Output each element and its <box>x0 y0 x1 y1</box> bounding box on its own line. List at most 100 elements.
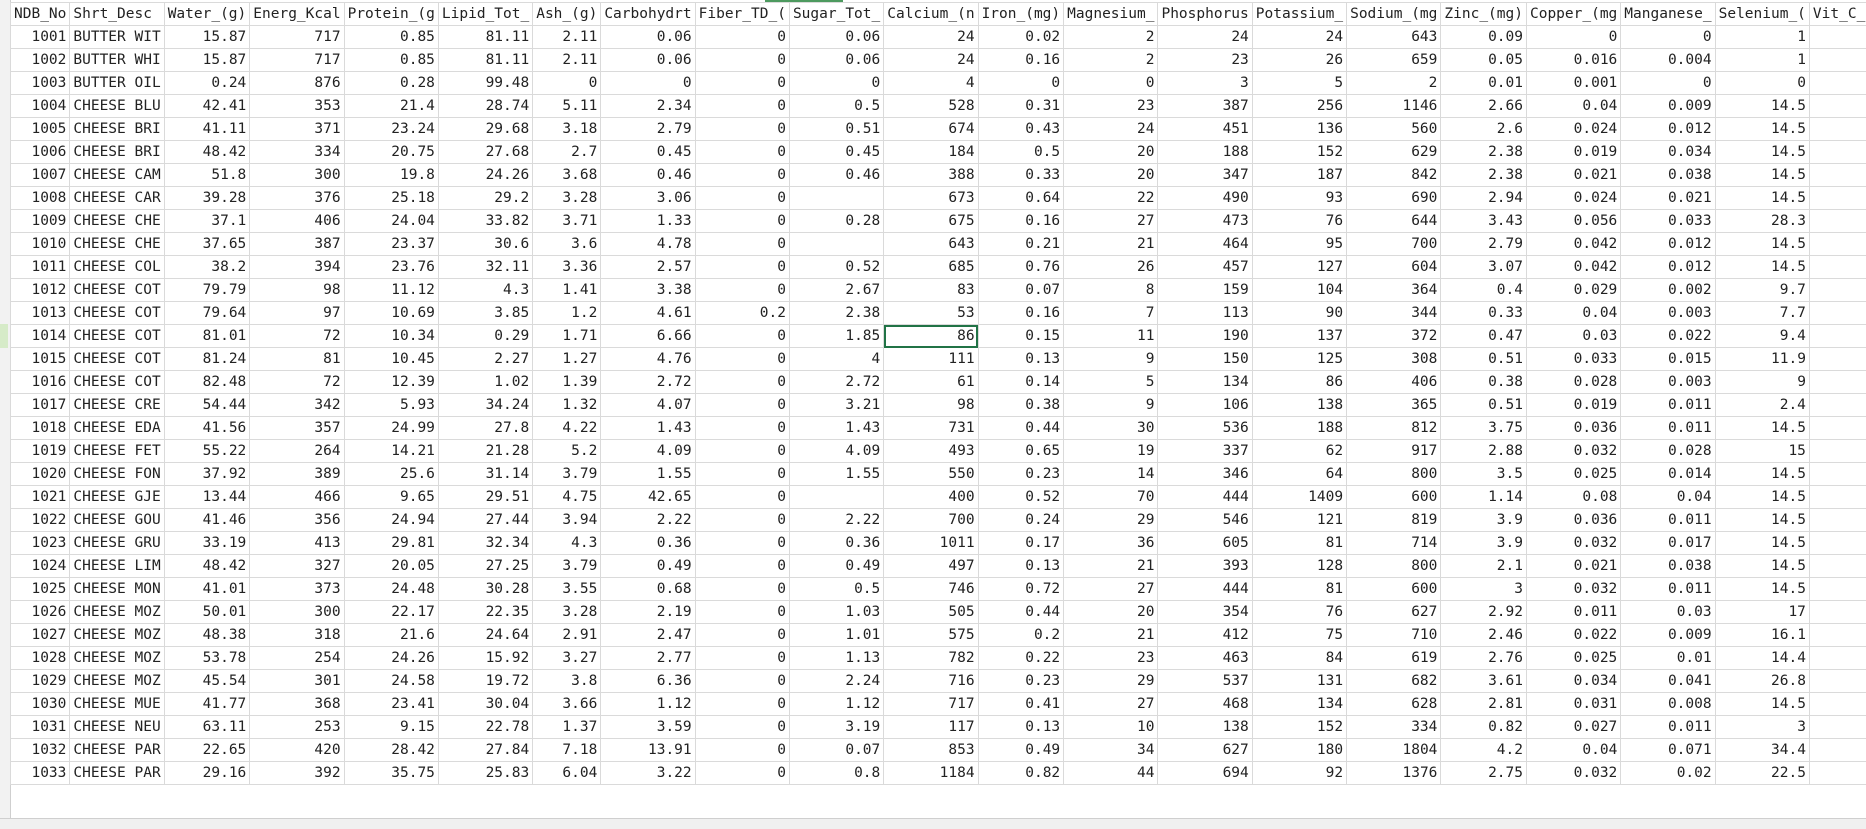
table-cell[interactable]: 0 <box>694 623 790 647</box>
table-cell[interactable]: CHEESE COT <box>69 278 165 302</box>
table-cell[interactable]: 15.87 <box>163 48 251 72</box>
table-cell[interactable]: 190 <box>1157 324 1253 348</box>
table-cell[interactable]: 9.7 <box>1714 278 1810 302</box>
table-cell[interactable]: 22 <box>1063 186 1159 210</box>
table-cell[interactable] <box>1808 347 1866 371</box>
table-cell[interactable]: 0.76 <box>977 255 1065 279</box>
table-cell[interactable]: 55.22 <box>163 439 251 463</box>
table-cell[interactable]: 1.13 <box>788 646 885 670</box>
table-cell[interactable]: 1015 <box>9 347 71 371</box>
table-cell[interactable]: 42.41 <box>163 94 251 118</box>
table-cell[interactable]: 64 <box>1251 462 1348 486</box>
table-cell[interactable]: 0.07 <box>977 278 1065 302</box>
row-marker[interactable] <box>0 324 8 348</box>
table-cell[interactable]: 346 <box>1157 462 1253 486</box>
table-cell[interactable]: 0.017 <box>1620 531 1716 555</box>
table-cell[interactable]: 0.002 <box>1620 278 1716 302</box>
table-cell[interactable]: 0.041 <box>1620 669 1716 693</box>
table-cell[interactable]: 0 <box>694 255 790 279</box>
table-cell[interactable]: 13.91 <box>600 738 696 762</box>
table-cell[interactable]: 6.04 <box>532 761 602 785</box>
table-cell[interactable]: 30.28 <box>437 577 534 601</box>
table-cell[interactable] <box>1808 554 1866 578</box>
table-cell[interactable]: 16.1 <box>1714 623 1810 647</box>
row-marker[interactable] <box>0 94 8 118</box>
table-cell[interactable]: 0.031 <box>1525 692 1622 716</box>
table-cell[interactable]: 29.81 <box>343 531 439 555</box>
table-cell[interactable]: 159 <box>1157 278 1253 302</box>
column-header[interactable]: Water_(g) <box>163 2 251 26</box>
row-marker[interactable] <box>0 669 8 693</box>
table-cell[interactable] <box>1808 324 1866 348</box>
table-cell[interactable]: 0.44 <box>977 416 1065 440</box>
table-cell[interactable]: 376 <box>249 186 345 210</box>
table-cell[interactable]: 26.8 <box>1714 669 1810 693</box>
table-cell[interactable]: 0.52 <box>788 255 885 279</box>
row-marker[interactable] <box>0 485 8 509</box>
table-cell[interactable]: 388 <box>883 163 979 187</box>
table-cell[interactable]: 700 <box>883 508 979 532</box>
table-cell[interactable]: 41.46 <box>163 508 251 532</box>
table-cell[interactable]: 0.04 <box>1525 94 1622 118</box>
table-cell[interactable]: 0.82 <box>977 761 1065 785</box>
table-cell[interactable]: 528 <box>883 94 979 118</box>
table-cell[interactable]: CHEESE CAM <box>69 163 165 187</box>
table-cell[interactable]: 0.04 <box>1620 485 1716 509</box>
table-cell[interactable]: 27.25 <box>437 554 534 578</box>
table-cell[interactable]: 50.01 <box>163 600 251 624</box>
table-cell[interactable]: 254 <box>249 646 345 670</box>
table-cell[interactable]: 0.21 <box>977 232 1065 256</box>
table-cell[interactable]: 2.92 <box>1440 600 1527 624</box>
table-cell[interactable]: 14.5 <box>1714 692 1810 716</box>
table-cell[interactable]: 550 <box>883 462 979 486</box>
table-cell[interactable]: 1376 <box>1346 761 1442 785</box>
table-cell[interactable]: 0.024 <box>1525 117 1622 141</box>
table-cell[interactable]: 0 <box>694 370 790 394</box>
table-cell[interactable]: 342 <box>249 393 345 417</box>
table-cell[interactable]: 79.79 <box>163 278 251 302</box>
table-cell[interactable]: 19.8 <box>343 163 439 187</box>
table-cell[interactable]: 473 <box>1157 209 1253 233</box>
table-cell[interactable]: 15.87 <box>163 25 251 49</box>
table-cell[interactable]: 497 <box>883 554 979 578</box>
table-cell[interactable]: 393 <box>1157 554 1253 578</box>
table-cell[interactable]: 3.68 <box>532 163 602 187</box>
table-cell[interactable]: 29 <box>1063 508 1159 532</box>
row-marker[interactable] <box>0 209 8 233</box>
table-cell[interactable]: 0 <box>694 439 790 463</box>
table-cell[interactable]: 63.11 <box>163 715 251 739</box>
column-header[interactable]: Energ_Kcal <box>249 2 345 26</box>
table-cell[interactable]: 782 <box>883 646 979 670</box>
table-cell[interactable]: CHEESE CRE <box>69 393 165 417</box>
table-cell[interactable]: 0.36 <box>788 531 885 555</box>
table-cell[interactable]: CHEESE MON <box>69 577 165 601</box>
row-marker[interactable] <box>0 577 8 601</box>
table-cell[interactable]: 0.52 <box>977 485 1065 509</box>
table-cell[interactable]: 0.82 <box>1440 715 1527 739</box>
table-cell[interactable]: 0.011 <box>1620 715 1716 739</box>
table-cell[interactable]: 0.47 <box>1440 324 1527 348</box>
table-cell[interactable]: 0.44 <box>977 600 1065 624</box>
table-cell[interactable] <box>1808 117 1866 141</box>
table-cell[interactable]: 81.11 <box>437 25 534 49</box>
table-cell[interactable]: 0.43 <box>977 117 1065 141</box>
table-cell[interactable]: 14.5 <box>1714 462 1810 486</box>
table-cell[interactable]: 0 <box>694 692 790 716</box>
table-cell[interactable]: 1.12 <box>788 692 885 716</box>
table-cell[interactable]: 24 <box>883 48 979 72</box>
table-cell[interactable]: 0.33 <box>1440 301 1527 325</box>
table-cell[interactable]: 34.4 <box>1714 738 1810 762</box>
table-cell[interactable]: 30.6 <box>437 232 534 256</box>
table-cell[interactable]: 0.038 <box>1620 554 1716 578</box>
table-cell[interactable]: 0.28 <box>343 71 439 95</box>
table-cell[interactable]: 334 <box>249 140 345 164</box>
row-marker[interactable] <box>0 25 8 49</box>
table-cell[interactable]: 1409 <box>1251 485 1348 509</box>
table-cell[interactable]: 0.042 <box>1525 232 1622 256</box>
table-cell[interactable]: 24.26 <box>437 163 534 187</box>
table-cell[interactable]: 0.036 <box>1525 416 1622 440</box>
table-cell[interactable]: 41.77 <box>163 692 251 716</box>
table-cell[interactable]: 0.41 <box>977 692 1065 716</box>
table-cell[interactable]: 14.5 <box>1714 554 1810 578</box>
table-cell[interactable]: 5.11 <box>532 94 602 118</box>
